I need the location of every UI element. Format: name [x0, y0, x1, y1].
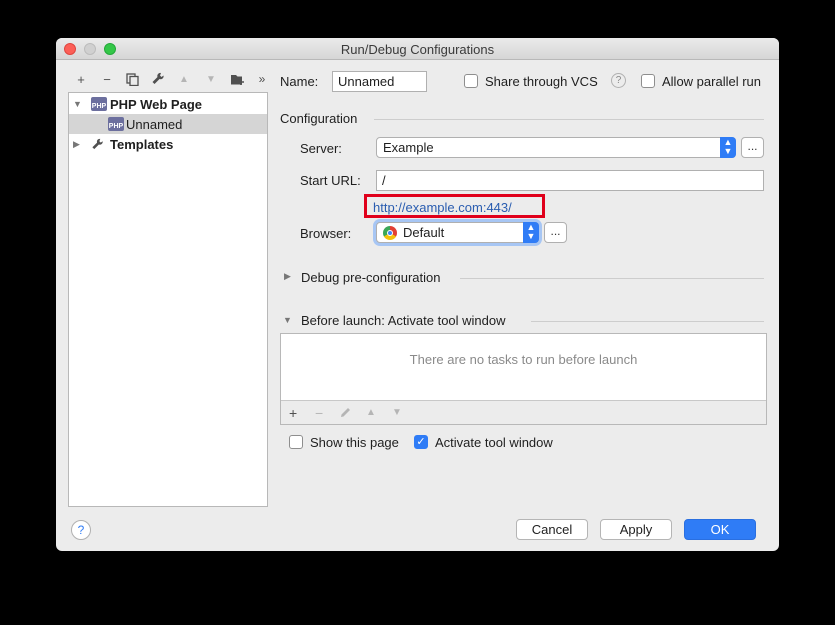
- expanded-arrow-icon[interactable]: ▼: [73, 99, 89, 109]
- tree-group-label: Templates: [110, 136, 174, 152]
- allow-parallel-label: Allow parallel run: [662, 74, 761, 89]
- activate-tool-window-label: Activate tool window: [435, 435, 553, 450]
- chrome-icon: [383, 226, 397, 240]
- collapsed-arrow-icon[interactable]: ▶: [284, 271, 291, 282]
- browser-label: Browser:: [300, 226, 352, 241]
- more-actions-icon[interactable]: »: [253, 71, 271, 87]
- title-bar: Run/Debug Configurations: [56, 38, 779, 60]
- browser-select-value: Default: [403, 225, 445, 240]
- tasks-toolbar: + − ▲ ▼: [281, 400, 766, 424]
- chevron-updown-icon: ▲ ▼: [720, 137, 736, 158]
- remove-configuration-icon[interactable]: −: [98, 71, 116, 87]
- cancel-button[interactable]: Cancel: [516, 519, 588, 540]
- name-field[interactable]: Unnamed: [332, 71, 427, 92]
- wrench-icon: [91, 138, 107, 151]
- share-vcs-label: Share through VCS: [485, 74, 598, 89]
- help-icon[interactable]: ?: [611, 73, 626, 88]
- apply-button[interactable]: Apply: [600, 519, 672, 540]
- new-folder-icon[interactable]: [228, 71, 246, 87]
- move-up-icon[interactable]: ▲: [175, 71, 193, 87]
- collapsed-arrow-icon[interactable]: ▶: [73, 139, 89, 150]
- configuration-tree: ▼ PHP PHP Web Page PHP Unnamed ▶ Templat…: [68, 92, 268, 507]
- expanded-arrow-icon[interactable]: ▼: [283, 315, 292, 325]
- start-url-label: Start URL:: [300, 173, 361, 188]
- add-configuration-icon[interactable]: +: [72, 71, 90, 87]
- move-task-down-icon[interactable]: ▼: [392, 407, 402, 418]
- remove-task-icon[interactable]: −: [315, 405, 323, 421]
- ok-button[interactable]: OK: [684, 519, 756, 540]
- section-divider: [531, 321, 764, 322]
- add-task-icon[interactable]: +: [289, 405, 297, 421]
- browser-browse-button[interactable]: ...: [544, 222, 567, 243]
- server-select-value: Example: [383, 140, 434, 155]
- tree-group-templates[interactable]: ▶ Templates: [69, 134, 267, 154]
- tree-group-label: PHP Web Page: [110, 96, 202, 112]
- share-vcs-checkbox[interactable]: [464, 74, 478, 88]
- activate-tool-window-checkbox[interactable]: ✓: [414, 435, 428, 449]
- wrench-icon[interactable]: [149, 71, 167, 87]
- before-launch-toggle[interactable]: Before launch: Activate tool window: [301, 313, 506, 328]
- copy-configuration-icon[interactable]: [123, 71, 141, 87]
- tree-item-unnamed[interactable]: PHP Unnamed: [69, 114, 267, 134]
- show-page-checkbox[interactable]: [289, 435, 303, 449]
- empty-tasks-text: There are no tasks to run before launch: [409, 352, 638, 367]
- server-label: Server:: [300, 141, 342, 156]
- show-page-label: Show this page: [310, 435, 399, 450]
- php-icon: PHP: [91, 97, 107, 111]
- php-icon: PHP: [108, 117, 124, 131]
- resolved-url-link[interactable]: http://example.com:443/: [373, 200, 512, 215]
- help-button[interactable]: ?: [71, 520, 91, 540]
- edit-task-icon[interactable]: [339, 406, 352, 422]
- configuration-header: Configuration: [280, 111, 358, 126]
- server-browse-button[interactable]: ...: [741, 137, 764, 158]
- before-launch-task-list[interactable]: There are no tasks to run before launch …: [280, 333, 767, 425]
- move-down-icon[interactable]: ▼: [202, 71, 220, 87]
- run-debug-configurations-dialog: Run/Debug Configurations + − ▲ ▼ » ▼ PHP…: [56, 38, 779, 551]
- tree-group-php-web-page[interactable]: ▼ PHP PHP Web Page: [69, 94, 267, 114]
- server-select[interactable]: Example ▲ ▼: [376, 137, 736, 158]
- name-label: Name:: [280, 74, 319, 89]
- tree-item-label: Unnamed: [126, 116, 183, 132]
- window-title: Run/Debug Configurations: [340, 42, 495, 57]
- debug-preconfig-toggle[interactable]: Debug pre-configuration: [301, 270, 440, 285]
- section-divider: [460, 278, 764, 279]
- allow-parallel-checkbox[interactable]: [641, 74, 655, 88]
- start-url-field[interactable]: /: [376, 170, 764, 191]
- move-task-up-icon[interactable]: ▲: [366, 407, 376, 418]
- chevron-updown-icon: ▲ ▼: [523, 222, 539, 243]
- browser-select[interactable]: Default ▲ ▼: [376, 222, 539, 243]
- section-divider: [374, 119, 764, 120]
